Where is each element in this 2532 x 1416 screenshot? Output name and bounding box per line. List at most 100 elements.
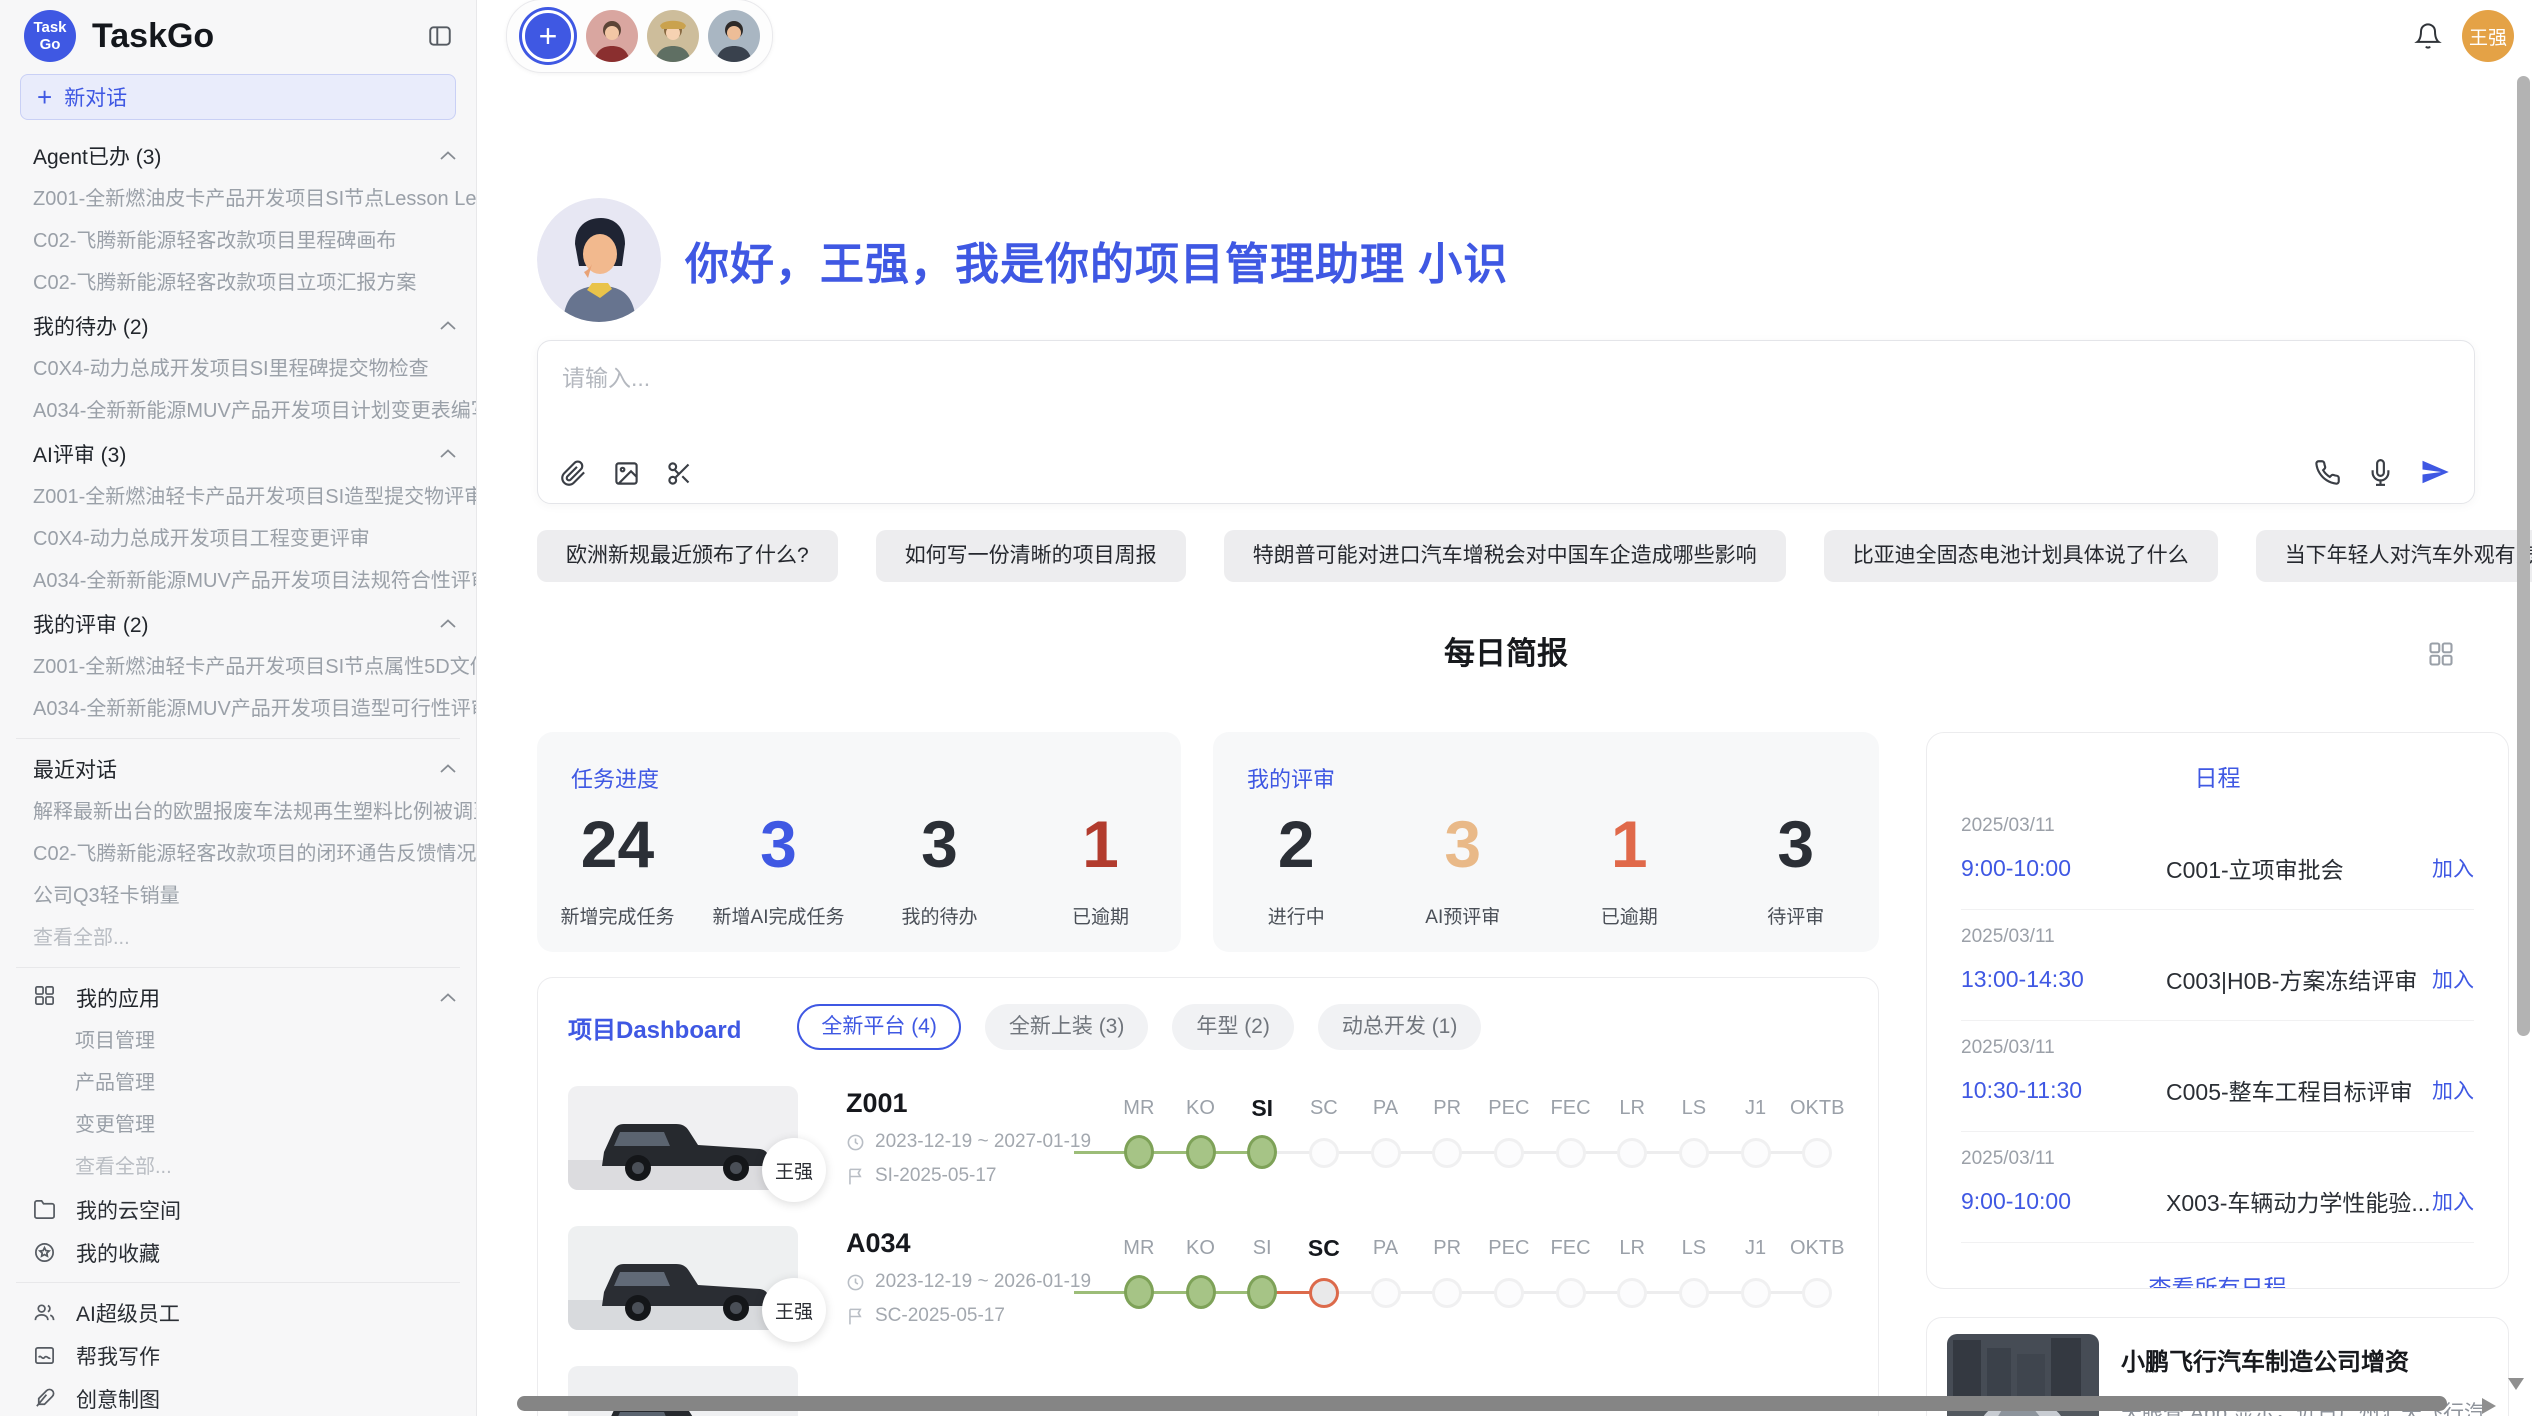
join-button[interactable]: 加入: [2432, 853, 2474, 883]
schedule-item: 2025/03/11 9:00-10:00 C001-立项审批会 加入: [1961, 799, 2474, 910]
scissors-icon[interactable]: [666, 460, 693, 487]
milestone: FEC: [1540, 1228, 1602, 1309]
scroll-down-arrow[interactable]: [2508, 1378, 2524, 1390]
sidebar-item[interactable]: A034-全新新能源MUV产品开发项目法规符合性评审: [0, 560, 476, 602]
project-row-z001[interactable]: 王强 Z001 2023-12-19 ~ 2027-01-19: [568, 1086, 1848, 1190]
tab-all-new-platform[interactable]: 全新平台 (4): [797, 1004, 961, 1050]
attachment-icon[interactable]: [560, 460, 587, 487]
section-header-my-todo[interactable]: 我的待办 (2): [0, 304, 476, 348]
milestone: PA: [1355, 1228, 1417, 1309]
app-logo: Task Go: [24, 10, 76, 62]
milestone-label: J1: [1725, 1228, 1787, 1268]
agent-avatar-2[interactable]: [647, 10, 699, 62]
message-input[interactable]: [562, 365, 1724, 392]
milestone-label: MR: [1108, 1088, 1170, 1128]
briefing-header: 每日简报: [537, 632, 2475, 676]
sidebar-item-favorites[interactable]: 我的收藏: [0, 1231, 476, 1274]
milestone: LR: [1601, 1088, 1663, 1169]
sidebar-item[interactable]: Z001-全新燃油轻卡产品开发项目SI节点属性5D文件评审: [0, 646, 476, 688]
sidebar-item-creative-draw[interactable]: 创意制图: [0, 1377, 476, 1416]
milestone: OKTB: [1786, 1088, 1848, 1169]
recent-chat-item[interactable]: 解释最新出台的欧盟报废车法规再生塑料比例被调至15%...: [0, 791, 476, 833]
section-header-agent-done[interactable]: Agent已办 (3): [0, 134, 476, 178]
sidebar-item[interactable]: A034-全新新能源MUV产品开发项目造型可行性评审: [0, 688, 476, 730]
chevron-up-icon[interactable]: [440, 619, 456, 629]
milestone: KO: [1170, 1228, 1232, 1309]
image-icon[interactable]: [613, 460, 640, 487]
project-flag-text: SI-2025-05-17: [875, 1165, 996, 1187]
chevron-up-icon[interactable]: [440, 993, 456, 1003]
stat: 3 我的待办: [859, 808, 1020, 929]
sidebar-item-cloud-space[interactable]: 我的云空间: [0, 1188, 476, 1231]
section-header-ai-review[interactable]: AI评审 (3): [0, 432, 476, 476]
app-item[interactable]: 项目管理: [0, 1020, 476, 1062]
suggestion-chip[interactable]: 欧洲新规最近颁布了什么?: [537, 530, 838, 582]
section-header-recent-chats[interactable]: 最近对话: [0, 747, 476, 791]
app-item[interactable]: 产品管理: [0, 1062, 476, 1104]
section-header-my-review[interactable]: 我的评审 (2): [0, 602, 476, 646]
recent-chat-item[interactable]: C02-飞腾新能源轻客改款项目的闭环通告反馈情况: [0, 833, 476, 875]
join-button[interactable]: 加入: [2432, 1075, 2474, 1105]
chevron-up-icon[interactable]: [440, 449, 456, 459]
agent-avatar-3[interactable]: [708, 10, 760, 62]
suggestion-chip[interactable]: 当下年轻人对汽车外观有怎样的喜好趋势: [2256, 530, 2532, 582]
recent-view-all[interactable]: 查看全部...: [0, 917, 476, 959]
topbar-right: 王强: [2414, 10, 2514, 62]
sidebar-item[interactable]: Z001-全新燃油轻卡产品开发项目SI造型提交物评审: [0, 476, 476, 518]
project-image: 王强: [568, 1086, 798, 1190]
notification-bell-icon[interactable]: [2414, 22, 2442, 50]
project-dashboard-card: 项目Dashboard 全新平台 (4) 全新上装 (3) 年型 (2) 动总开…: [537, 977, 1879, 1416]
sidebar-item[interactable]: C0X4-动力总成开发项目SI里程碑提交物检查: [0, 348, 476, 390]
divider: [16, 738, 460, 739]
suggestion-chip[interactable]: 如何写一份清晰的项目周报: [876, 530, 1186, 582]
new-chat-button[interactable]: + 新对话: [20, 74, 456, 120]
tab-powertrain[interactable]: 动总开发 (1): [1318, 1004, 1482, 1050]
vertical-scrollbar[interactable]: [2517, 76, 2530, 1036]
tab-new-body[interactable]: 全新上装 (3): [985, 1004, 1149, 1050]
recent-chat-item[interactable]: 公司Q3轻卡销量: [0, 875, 476, 917]
sidebar-item-help-write[interactable]: 帮我写作: [0, 1334, 476, 1377]
project-row-a034[interactable]: 王强 A034 2023-12-19 ~ 2026-01-19: [568, 1226, 1848, 1330]
add-agent-button[interactable]: +: [522, 10, 574, 62]
view-all-schedule-link[interactable]: 查看所有日程: [1927, 1269, 2508, 1289]
chevron-up-icon[interactable]: [440, 321, 456, 331]
scroll-right-arrow[interactable]: [2482, 1398, 2496, 1414]
layout-grid-icon[interactable]: [2427, 640, 2455, 668]
schedule-date: 2025/03/11: [1961, 1148, 2474, 1170]
milestone-label: PR: [1416, 1088, 1478, 1128]
milestone-label: PR: [1416, 1228, 1478, 1268]
dashboard-tabs: 全新平台 (4) 全新上装 (3) 年型 (2) 动总开发 (1): [797, 1004, 1481, 1050]
milestone-label: LR: [1601, 1088, 1663, 1128]
milestone-label: LS: [1663, 1088, 1725, 1128]
horizontal-scrollbar[interactable]: [517, 1396, 2447, 1411]
tab-year-model[interactable]: 年型 (2): [1172, 1004, 1294, 1050]
apps-view-all[interactable]: 查看全部...: [0, 1146, 476, 1188]
agent-avatar-1[interactable]: [586, 10, 638, 62]
user-avatar[interactable]: 王强: [2462, 10, 2514, 62]
join-button[interactable]: 加入: [2432, 1186, 2474, 1216]
sidebar-item[interactable]: Z001-全新燃油皮卡产品开发项目SI节点Lesson Learn报告: [0, 178, 476, 220]
section-header-my-apps[interactable]: 我的应用: [0, 976, 476, 1020]
milestone-dot: [1124, 1135, 1154, 1169]
join-button[interactable]: 加入: [2432, 964, 2474, 994]
milestone-dot: [1494, 1138, 1524, 1168]
schedule-list: 2025/03/11 9:00-10:00 C001-立项审批会 加入: [1927, 799, 2508, 1243]
assistant-avatar: [537, 198, 661, 322]
people-icon: [33, 1301, 56, 1324]
milestone-label: FEC: [1540, 1088, 1602, 1128]
sidebar-item-ai-staff[interactable]: AI超级员工: [0, 1291, 476, 1334]
suggestion-chip[interactable]: 比亚迪全固态电池计划具体说了什么: [1824, 530, 2218, 582]
app-item[interactable]: 变更管理: [0, 1104, 476, 1146]
send-icon[interactable]: [2420, 457, 2450, 487]
phone-icon[interactable]: [2314, 459, 2341, 486]
sidebar-item[interactable]: C0X4-动力总成开发项目工程变更评审: [0, 518, 476, 560]
suggestion-chip[interactable]: 特朗普可能对进口汽车增税会对中国车企造成哪些影响: [1224, 530, 1786, 582]
collapse-sidebar-icon[interactable]: [426, 23, 454, 49]
sidebar-item[interactable]: C02-飞腾新能源轻客改款项目立项汇报方案: [0, 262, 476, 304]
chevron-up-icon[interactable]: [440, 151, 456, 161]
card-title: 我的评审: [1213, 732, 1879, 794]
chevron-up-icon[interactable]: [440, 764, 456, 774]
sidebar-item[interactable]: C02-飞腾新能源轻客改款项目里程碑画布: [0, 220, 476, 262]
sidebar-item[interactable]: A034-全新新能源MUV产品开发项目计划变更表编写: [0, 390, 476, 432]
microphone-icon[interactable]: [2367, 459, 2394, 486]
